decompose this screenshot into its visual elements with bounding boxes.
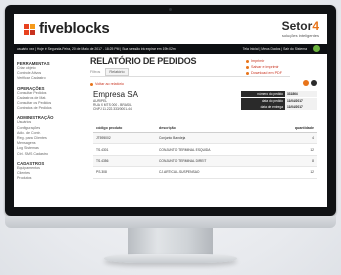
meta-value: 11/04/2017 [285, 97, 317, 104]
table-row: JT595002 Conjunto Bandeja 4 [93, 132, 317, 145]
sidebar-section-cadastros: CADASTROS Equipamentos Clientes Produtos [17, 161, 83, 182]
filter-tabs: Filtros Relatório [90, 68, 129, 76]
gear-icon[interactable] [313, 45, 320, 52]
info-icon[interactable] [303, 80, 309, 86]
column-header-description: descrição [156, 124, 268, 133]
column-header-code: código produto [93, 124, 157, 133]
cell-description: CONJUNTO TERMINAL DIREIT [156, 155, 268, 168]
pdf-icon [246, 71, 249, 75]
cell-description: Conjunto Bandeja [156, 132, 268, 145]
tab-relatorio[interactable]: Relatório [105, 68, 129, 76]
print-icon [246, 59, 249, 63]
monitor-stand-base [104, 254, 237, 263]
brand-name: Setor4 [282, 19, 319, 33]
main-content: RELATÓRIO DE PEDIDOS Filtros Relatório I… [90, 56, 324, 206]
setor4-brand: Setor4 soluções inteligentes [282, 19, 319, 38]
cell-code: PS.308 [93, 166, 157, 179]
meta-value: 331864 [285, 91, 317, 97]
company-line: CNPJ 11.222.333/0001-44 [93, 107, 132, 111]
brand-tagline: soluções inteligentes [281, 33, 319, 38]
order-items-table: código produto descrição quantidade JT59… [93, 124, 317, 179]
topbar-links[interactable]: Tela Inicial | Meus Dados | Sair do Sist… [243, 47, 307, 51]
sidebar-section-ferramentas: FERRAMENTAS Criar objeto Controle Ativos… [17, 61, 83, 82]
report-actions: Imprimir Salvar e imprimir Download em P… [246, 58, 282, 76]
brand-word: Setor [281, 19, 313, 33]
table-row: TS.4356 CONJUNTO TERMINAL DIREIT 8 [93, 155, 317, 168]
sidebar-section-administracao: ADMINISTRAÇÃO Usuários Configurações Adi… [17, 115, 83, 156]
fiveblocks-logo-icon [24, 24, 36, 36]
cell-quantity: 12 [267, 166, 317, 179]
cell-code: JT595002 [93, 132, 157, 145]
top-bar: usuário xxx | Hoje é Segunda-Feira, 20 d… [14, 44, 327, 54]
monitor-stand-neck [128, 228, 213, 256]
back-link[interactable]: Voltar ao relatório [90, 82, 124, 86]
meta-row-delivery-date: data de entrega 11/04/2017 [241, 104, 317, 110]
monitor: fiveblocks Setor4 soluções inteligentes … [5, 5, 336, 216]
order-meta: número do pedido 331864 data do pedido 1… [241, 91, 317, 111]
sidebar: FERRAMENTAS Criar objeto Controle Ativos… [17, 57, 83, 181]
save-icon [246, 65, 249, 69]
meta-label: data de entrega [241, 104, 285, 110]
pdf-download-link[interactable]: Download em PDF [246, 70, 282, 76]
cell-code: TS.4301 [93, 143, 157, 156]
table-row: PS.308 CJ.ARTICUL.SUSPENSAO 12 [93, 166, 317, 179]
sidebar-section-operacoes: OPERAÇÕES Consultar Pedidos Cadastros de… [17, 86, 83, 112]
table-header-row: código produto descrição quantidade [93, 124, 317, 133]
company-block: Empresa SA AURIPEL RUA X MTS 000 - BRASI… [93, 90, 138, 111]
cell-quantity: 4 [267, 132, 317, 145]
meta-label: número do pedido [241, 91, 285, 97]
meta-row-order-date: data do pedido 11/04/2017 [241, 97, 317, 104]
page-title: RELATÓRIO DE PEDIDOS [90, 56, 197, 66]
brand-digit: 4 [312, 19, 319, 33]
cell-quantity: 12 [267, 143, 317, 156]
sidebar-item[interactable]: Produtos [17, 176, 83, 181]
tab-divider [90, 76, 290, 77]
camera-dot [169, 8, 172, 11]
app-header: fiveblocks Setor4 soluções inteligentes [14, 14, 327, 44]
cell-description: CONJUNTO TERMINAL ESQUIDA [156, 143, 268, 156]
monitor-chin [5, 216, 336, 228]
meta-label: data do pedido [241, 97, 285, 104]
screen: fiveblocks Setor4 soluções inteligentes … [14, 14, 327, 207]
logo-text: fiveblocks [39, 20, 110, 37]
meta-row-order-number: número do pedido 331864 [241, 91, 317, 97]
tab-filtros[interactable]: Filtros [90, 70, 100, 74]
sidebar-item[interactable]: Verificar Cadastro [17, 76, 83, 81]
session-info: usuário xxx | Hoje é Segunda-Feira, 20 d… [17, 47, 176, 51]
company-name: Empresa SA [93, 90, 138, 99]
pdf-download-label: Download em PDF [251, 71, 282, 75]
save-print-label: Salvar e imprimir [251, 65, 279, 69]
back-icon [90, 82, 93, 86]
download-icon[interactable] [311, 80, 317, 86]
back-label: Voltar ao relatório [95, 82, 124, 86]
print-label: Imprimir [251, 59, 265, 63]
cell-description: CJ.ARTICUL.SUSPENSAO [156, 166, 268, 179]
table-row: TS.4301 CONJUNTO TERMINAL ESQUIDA 12 [93, 143, 317, 156]
sidebar-item[interactable]: Ctrl. SMS Cadastro [17, 152, 83, 157]
cell-quantity: 8 [267, 155, 317, 168]
column-header-quantity: quantidade [267, 124, 317, 133]
meta-value: 11/04/2017 [285, 104, 317, 110]
sidebar-item[interactable]: Contratos de Pedidos [17, 106, 83, 111]
cell-code: TS.4356 [93, 155, 157, 168]
